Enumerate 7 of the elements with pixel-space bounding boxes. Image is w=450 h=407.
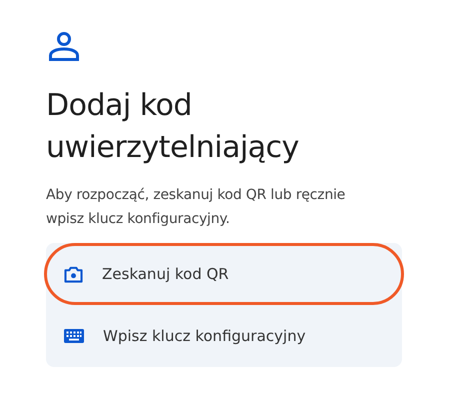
camera-icon [64, 266, 83, 282]
keyboard-icon [64, 329, 84, 343]
scan-qr-option[interactable]: Zeskanuj kod QR [44, 243, 404, 305]
enter-key-option[interactable]: Wpisz klucz konfiguracyjny [44, 305, 404, 367]
instruction-text: Aby rozpocząć, zeskanuj kod QR lub ręcznie wpisz klucz konfiguracyjny. [46, 186, 346, 229]
person-icon [48, 31, 80, 61]
page-title: Dodaj kod uwierzytelniający [46, 87, 300, 167]
